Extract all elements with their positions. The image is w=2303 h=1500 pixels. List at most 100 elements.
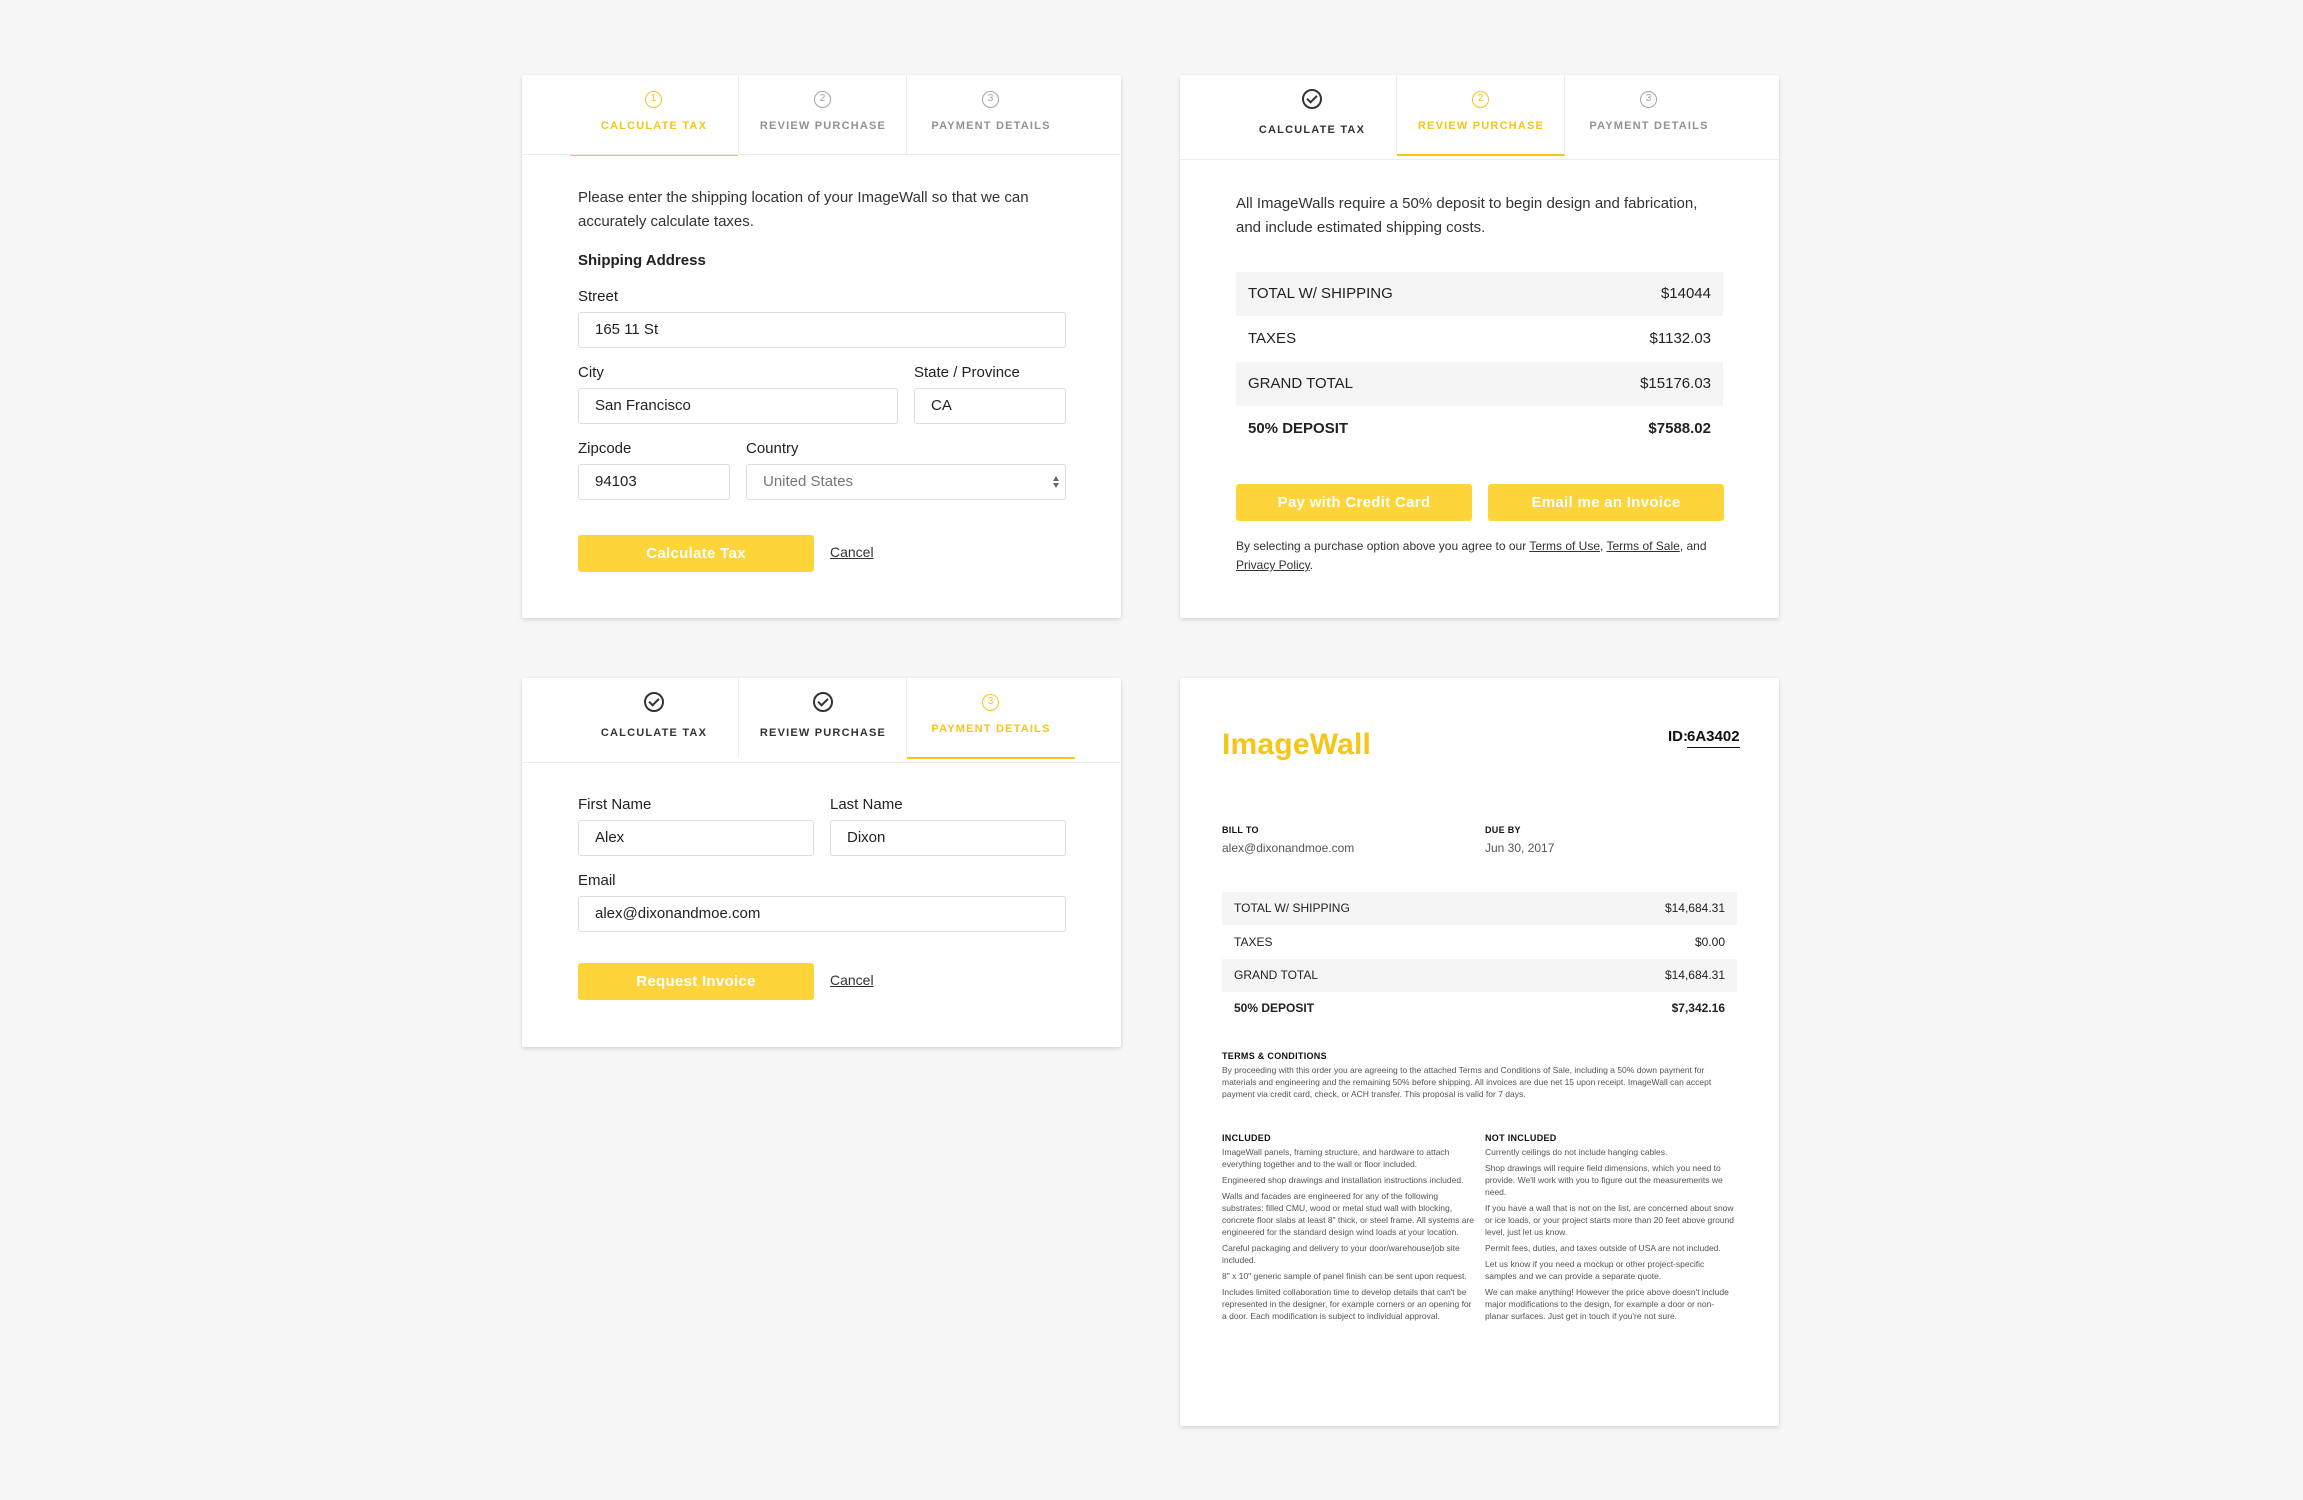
list-item: If you have a wall that is not on the li… <box>1485 1203 1734 1237</box>
step-number-icon: 3 <box>982 694 999 711</box>
step-tabs: CALCULATE TAX 2 REVIEW PURCHASE 3 PAYMEN… <box>1228 75 1733 156</box>
step-number-icon: 2 <box>1472 91 1489 108</box>
tabs-divider <box>522 154 1121 155</box>
tab-calculate-tax[interactable]: CALCULATE TAX <box>1228 75 1396 155</box>
terms-heading: TERMS & CONDITIONS <box>1222 1051 1327 1061</box>
email-input[interactable]: alex@dixonandmoe.com <box>578 896 1066 932</box>
row-label: GRAND TOTAL <box>1248 375 1354 392</box>
step-number-icon: 3 <box>1640 91 1657 108</box>
calculate-tax-card: 1 CALCULATE TAX 2 REVIEW PURCHASE 3 PAYM… <box>522 75 1121 618</box>
invoice-id: 6A3402 <box>1687 728 1740 748</box>
tab-payment-details[interactable]: 3 PAYMENT DETAILS <box>906 678 1075 759</box>
email-invoice-button[interactable]: Email me an Invoice <box>1488 484 1724 521</box>
terms-text: By proceeding with this order you are ag… <box>1222 1065 1712 1099</box>
legal-text: By selecting a purchase option above you… <box>1236 537 1736 575</box>
calculate-tax-button[interactable]: Calculate Tax <box>578 535 814 572</box>
row-value: $14044 <box>1660 285 1711 302</box>
tab-review-purchase[interactable]: REVIEW PURCHASE <box>738 678 907 758</box>
privacy-policy-link[interactable]: Privacy Policy <box>1236 558 1310 572</box>
review-purchase-card: CALCULATE TAX 2 REVIEW PURCHASE 3 PAYMEN… <box>1180 75 1779 618</box>
cancel-link[interactable]: Cancel <box>830 972 874 988</box>
row-value: $7,342.16 <box>1671 1001 1725 1015</box>
country-select-value: United States <box>763 473 854 490</box>
city-label: City <box>578 364 604 381</box>
row-label: TOTAL W/ SHIPPING <box>1234 901 1350 915</box>
state-input[interactable]: CA <box>914 388 1066 424</box>
due-by-value: Jun 30, 2017 <box>1485 841 1555 855</box>
legal-prefix: By selecting a purchase option above you… <box>1236 539 1530 553</box>
pay-with-credit-card-button[interactable]: Pay with Credit Card <box>1236 484 1472 521</box>
terms-of-use-link[interactable]: Terms of Use <box>1529 539 1600 553</box>
row-label: TAXES <box>1234 935 1273 949</box>
included-heading: INCLUDED <box>1222 1133 1271 1143</box>
last-name-label: Last Name <box>830 796 903 813</box>
table-row: TAXES $1132.03 <box>1236 317 1723 361</box>
tab-payment-details[interactable]: 3 PAYMENT DETAILS <box>906 75 1075 155</box>
checkmark-icon <box>644 692 664 712</box>
street-input[interactable]: 165 11 St <box>578 312 1066 348</box>
row-value: $14,684.31 <box>1664 901 1725 915</box>
table-row: GRAND TOTAL $14,684.31 <box>1222 959 1737 992</box>
last-name-input[interactable]: Dixon <box>830 820 1066 856</box>
tab-calculate-tax[interactable]: CALCULATE TAX <box>570 678 738 758</box>
tab-label: PAYMENT DETAILS <box>931 723 1051 735</box>
state-label: State / Province <box>914 364 1020 381</box>
cancel-link[interactable]: Cancel <box>830 544 874 560</box>
zipcode-input[interactable]: 94103 <box>578 464 730 500</box>
review-intro-text: All ImageWalls require a 50% deposit to … <box>1236 195 1698 236</box>
included-list: ImageWall panels, framing structure, and… <box>1222 1146 1474 1326</box>
table-row: TOTAL W/ SHIPPING $14,684.31 <box>1222 892 1737 925</box>
shipping-address-heading: Shipping Address <box>578 252 706 269</box>
list-item: Currently ceilings do not include hangin… <box>1485 1147 1668 1157</box>
request-invoice-button[interactable]: Request Invoice <box>578 963 814 1000</box>
row-value: $1132.03 <box>1649 330 1711 347</box>
first-name-input[interactable]: Alex <box>578 820 814 856</box>
tab-label: CALCULATE TAX <box>600 727 708 739</box>
not-included-heading: NOT INCLUDED <box>1485 1133 1557 1143</box>
tab-review-purchase[interactable]: 2 REVIEW PURCHASE <box>738 75 907 155</box>
not-included-list: Currently ceilings do not include hangin… <box>1485 1146 1737 1326</box>
payment-details-card: CALCULATE TAX REVIEW PURCHASE 3 PAYMENT … <box>522 678 1121 1047</box>
tab-label: CALCULATE TAX <box>1258 124 1366 136</box>
tab-label: REVIEW PURCHASE <box>759 120 887 132</box>
tab-review-purchase[interactable]: 2 REVIEW PURCHASE <box>1396 75 1565 156</box>
invoice-document: ImageWall ID: 6A3402 BILL TO alex@dixona… <box>1180 678 1779 1426</box>
imagewall-logo: ImageWall <box>1222 728 1372 761</box>
legal-sep: . <box>1309 558 1314 572</box>
email-label: Email <box>578 872 616 889</box>
city-input[interactable]: San Francisco <box>578 388 898 424</box>
table-row: TOTAL W/ SHIPPING $14044 <box>1236 272 1723 316</box>
tab-label: REVIEW PURCHASE <box>1417 120 1545 132</box>
table-row: 50% DEPOSIT $7588.02 <box>1236 407 1723 451</box>
first-name-label: First Name <box>578 796 652 813</box>
list-item: 8" x 10" generic sample of panel finish … <box>1222 1271 1467 1281</box>
street-label: Street <box>578 288 619 305</box>
row-label: TAXES <box>1248 330 1297 347</box>
step-number-icon: 2 <box>814 91 831 108</box>
checkmark-icon <box>1302 89 1322 109</box>
row-label: GRAND TOTAL <box>1234 968 1319 982</box>
step-number-icon: 1 <box>645 91 662 108</box>
country-label: Country <box>746 440 799 457</box>
bill-to-label: BILL TO <box>1222 825 1259 835</box>
country-select[interactable]: United States <box>746 464 1066 500</box>
row-label: TOTAL W/ SHIPPING <box>1248 285 1393 302</box>
row-label: 50% DEPOSIT <box>1234 1001 1315 1015</box>
list-item: Includes limited collaboration time to d… <box>1222 1287 1472 1321</box>
list-item: Careful packaging and delivery to your d… <box>1222 1243 1460 1265</box>
tab-calculate-tax[interactable]: 1 CALCULATE TAX <box>570 75 738 156</box>
terms-of-sale-link[interactable]: Terms of Sale <box>1606 539 1679 553</box>
row-value: $14,684.31 <box>1664 968 1725 982</box>
step-tabs: 1 CALCULATE TAX 2 REVIEW PURCHASE 3 PAYM… <box>570 75 1075 156</box>
list-item: Walls and facades are engineered for any… <box>1222 1191 1474 1237</box>
row-value: $7588.02 <box>1648 420 1711 437</box>
bill-to-value: alex@dixonandmoe.com <box>1222 841 1355 855</box>
list-item: Let us know if you need a mockup or othe… <box>1485 1259 1705 1281</box>
tab-payment-details[interactable]: 3 PAYMENT DETAILS <box>1564 75 1733 155</box>
tabs-divider <box>522 762 1121 763</box>
row-label: 50% DEPOSIT <box>1248 420 1349 437</box>
tab-label: CALCULATE TAX <box>600 120 708 132</box>
table-row: 50% DEPOSIT $7,342.16 <box>1222 992 1737 1025</box>
table-row: TAXES $0.00 <box>1222 926 1737 959</box>
tabs-divider <box>1180 159 1779 160</box>
